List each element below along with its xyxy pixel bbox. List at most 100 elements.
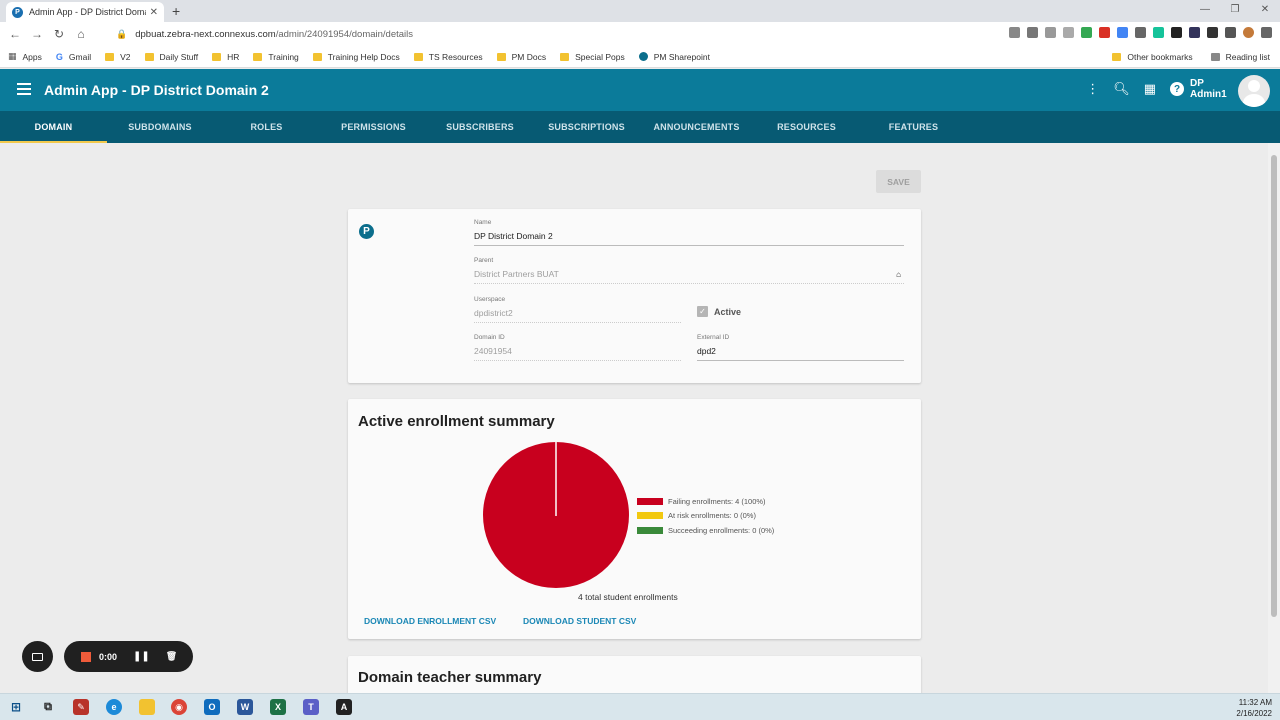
external-id-field[interactable]: External ID dpd2 [697,334,904,361]
bookmark-folder[interactable]: HR [212,52,239,62]
restore-icon[interactable]: ❐ [1220,0,1250,22]
tab-resources[interactable]: RESOURCES [753,111,860,143]
enrollment-summary-title: Active enrollment summary [358,413,555,430]
domain-details-card: P Name DP District Domain 2 Parent Distr… [348,209,921,383]
download-enrollment-csv-button[interactable]: DOWNLOAD ENROLLMENT CSV [364,616,496,626]
scrollbar-thumb[interactable] [1271,155,1277,617]
bookmark-folder[interactable]: TS Resources [413,52,483,62]
tab-domain[interactable]: DOMAIN [0,111,107,143]
tab-subdomains[interactable]: SUBDOMAINS [107,111,213,143]
folder-icon [144,52,154,61]
active-checkbox[interactable]: ✓ Active [697,306,741,317]
windows-start-icon[interactable]: ⊞ [8,699,24,715]
legend-swatch [637,512,663,520]
folder-icon [253,52,263,61]
user-name[interactable]: DP Admin1 [1190,78,1227,100]
box-extension-icon[interactable] [1189,27,1200,38]
star-icon[interactable] [1063,27,1074,38]
file-explorer-icon[interactable] [139,699,155,715]
other-bookmarks[interactable]: Other bookmarks [1112,52,1193,62]
forward-icon[interactable]: → [26,27,48,41]
bookmark-folder[interactable]: Special Pops [560,52,625,62]
more-menu-icon[interactable] [1261,27,1272,38]
folder-icon [1112,53,1122,61]
puzzle-extensions-icon[interactable] [1225,27,1236,38]
parent-field[interactable]: Parent District Partners BUAT ⌂ [474,257,904,284]
tab-roles[interactable]: ROLES [213,111,320,143]
close-tab-icon[interactable]: ✕ [150,7,158,18]
bookmark-pm-sharepoint[interactable]: PM Sharepoint [638,52,710,62]
reading-list[interactable]: Reading list [1210,52,1270,62]
name-field[interactable]: Name DP District Domain 2 [474,219,904,246]
acrobat-icon[interactable]: A [336,699,352,715]
browser-tab[interactable]: P Admin App - DP District Domain ✕ [6,2,164,22]
url-host: dpbuat.zebra-next.connexus.com [135,28,276,40]
window-controls: — ❐ ✕ [1190,0,1280,22]
search-icon[interactable]: 🔍︎ [1113,81,1130,97]
word-icon[interactable]: W [237,699,253,715]
chrome-icon[interactable]: ◉ [171,699,187,715]
sharepoint-icon [638,52,648,61]
hamburger-menu-icon[interactable] [17,83,31,98]
translate-extension-icon[interactable] [1117,27,1128,38]
window-close-icon[interactable]: ✕ [1250,0,1280,22]
bookmark-folder[interactable]: Training Help Docs [312,52,400,62]
profile-avatar-icon[interactable] [1243,27,1254,38]
legend-swatch [637,497,663,505]
bookmark-folder[interactable]: Training [253,52,299,62]
outlook-icon[interactable]: O [204,699,220,715]
download-student-csv-button[interactable]: DOWNLOAD STUDENT CSV [523,616,636,626]
home-icon[interactable]: ⌂ [896,270,901,279]
system-clock[interactable]: 11:32 AM 2/16/2022 [1236,697,1272,719]
pdf-extension-icon[interactable] [1099,27,1110,38]
tab-subscriptions[interactable]: SUBSCRIPTIONS [533,111,640,143]
recorder-camera-button[interactable] [22,641,53,672]
bookmark-gmail[interactable]: G Gmail [56,52,91,62]
avatar[interactable] [1238,75,1270,107]
app-bar: Admin App - DP District Domain 2 ⋮ 🔍︎ ▦ … [0,69,1280,111]
bookmark-folder[interactable]: V2 [105,52,131,62]
tab-features[interactable]: FEATURES [860,111,967,143]
trash-icon[interactable]: 🗑 [166,651,177,662]
page-scrollbar[interactable] [1268,143,1280,693]
back-icon[interactable]: ← [4,27,26,41]
teacher-summary-card: Domain teacher summary [348,656,921,696]
excel-icon[interactable]: X [270,699,286,715]
key-icon[interactable] [1027,27,1038,38]
tab-subscribers[interactable]: SUBSCRIBERS [427,111,533,143]
green-extension-icon[interactable] [1081,27,1092,38]
tab-permissions[interactable]: PERMISSIONS [320,111,427,143]
pause-icon[interactable]: ❚❚ [133,651,150,662]
folder-icon [105,52,115,61]
bookmark-folder[interactable]: Daily Stuff [144,52,198,62]
dark-extension-icon[interactable] [1207,27,1218,38]
home-nav-icon[interactable]: ⌂ [70,27,92,41]
task-view-icon[interactable]: ⧉ [40,699,56,715]
save-button[interactable]: SAVE [876,170,921,193]
folder-icon [560,52,570,61]
minimize-icon[interactable]: — [1190,0,1220,22]
teams-icon[interactable]: T [303,699,319,715]
legend-label: Failing enrollments: 4 (100%) [668,496,766,506]
apps-grid-icon: ▦ [8,51,17,61]
bookmark-folder[interactable]: PM Docs [496,52,546,62]
help-icon[interactable]: ? [1170,82,1184,96]
apps-grid-icon[interactable]: ▦ [1144,81,1156,97]
more-vert-icon[interactable]: ⋮ [1086,81,1099,97]
recycle-extension-icon[interactable] [1135,27,1146,38]
grammarly-extension-icon[interactable] [1153,27,1164,38]
new-tab-icon[interactable]: + [172,3,180,19]
name-input[interactable]: DP District Domain 2 [474,231,904,246]
edge-icon[interactable]: e [106,699,122,715]
reading-list-icon [1210,53,1220,61]
tab-announcements[interactable]: ANNOUNCEMENTS [640,111,753,143]
camera-extension-icon[interactable] [1009,27,1020,38]
external-id-input[interactable]: dpd2 [697,346,904,361]
square-extension-icon[interactable] [1171,27,1182,38]
share-icon[interactable] [1045,27,1056,38]
reload-icon[interactable]: ↻ [48,27,70,41]
stop-record-icon[interactable] [81,651,91,662]
bookmark-apps[interactable]: ▦ Apps [8,51,42,62]
app-icon[interactable]: ✎ [73,699,89,715]
enrollment-summary-card: Active enrollment summary Failing enroll… [348,399,921,639]
